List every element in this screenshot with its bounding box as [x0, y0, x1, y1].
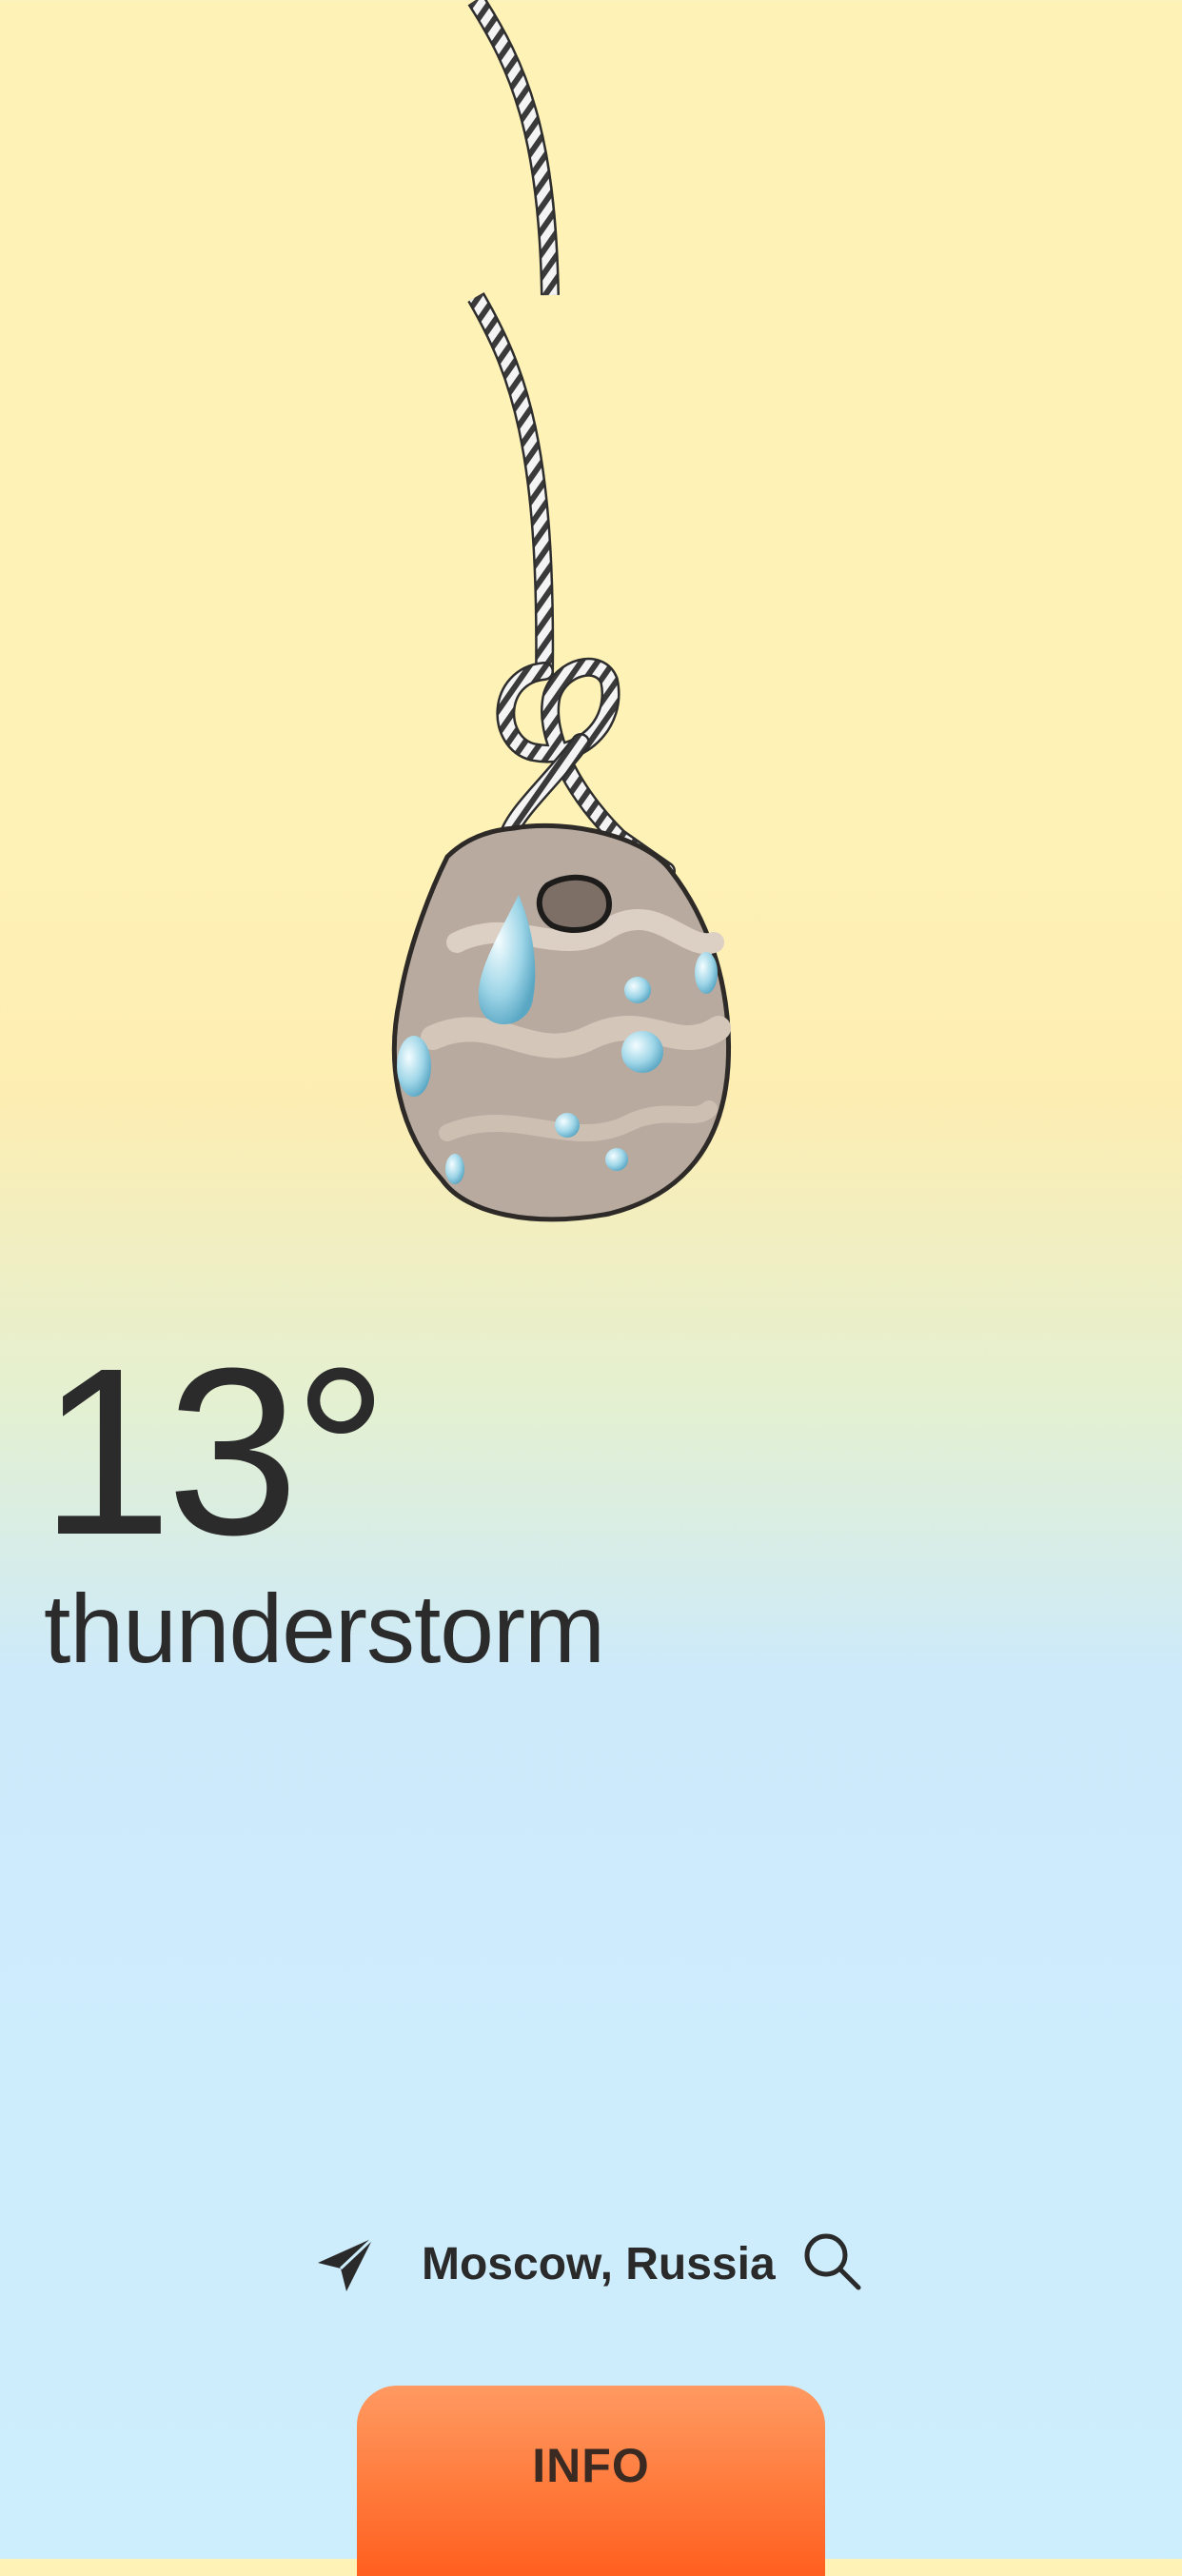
hanging-stone-illustration — [0, 0, 1182, 1257]
location-label[interactable]: Moscow, Russia — [422, 2238, 776, 2290]
info-button[interactable]: INFO — [357, 2386, 825, 2576]
info-button-label: INFO — [532, 2439, 650, 2492]
temperature-value: 13° — [40, 1318, 388, 1584]
location-bar: Moscow, Russia — [0, 2223, 1182, 2299]
location-arrow-icon[interactable] — [312, 2230, 379, 2297]
hanging-stone-icon — [391, 0, 732, 1222]
search-icon[interactable] — [801, 2230, 864, 2293]
weather-condition: thunderstorm — [44, 1575, 605, 1683]
